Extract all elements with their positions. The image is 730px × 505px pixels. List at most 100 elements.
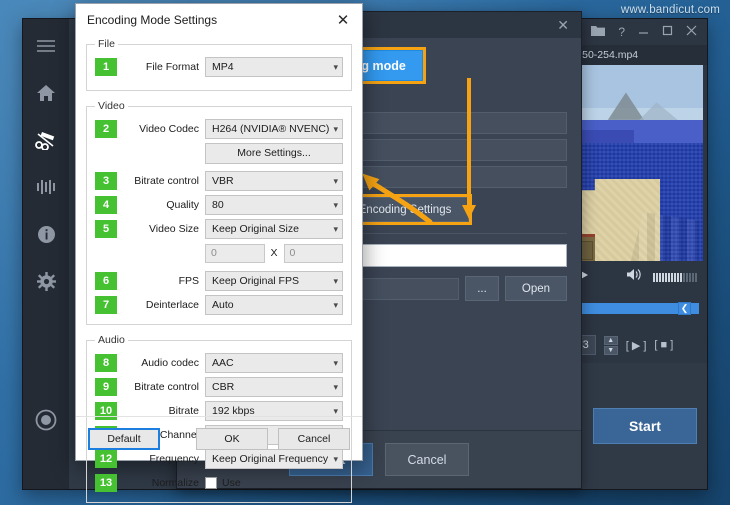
home-icon xyxy=(36,84,56,102)
sidebar-item-menu[interactable] xyxy=(29,29,63,63)
default-button[interactable]: Default xyxy=(88,427,160,450)
minimize-icon[interactable] xyxy=(638,25,649,39)
video-bitrate-control-row: 3 Bitrate control VBR ▾ xyxy=(95,170,343,192)
time-stepper[interactable]: ▲ ▼ xyxy=(603,335,618,355)
audio-codec-label: Audio codec xyxy=(141,357,199,369)
video-quality-combo[interactable]: 80 ▾ xyxy=(205,195,343,215)
more-settings-row: More Settings... xyxy=(95,142,343,164)
browse-button[interactable]: ... xyxy=(465,276,499,301)
video-quality-row: 4 Quality 80 ▾ xyxy=(95,194,343,216)
audio-bitrate-control-label: Bitrate control xyxy=(134,381,199,393)
folder-icon[interactable] xyxy=(591,25,606,39)
ok-button[interactable]: OK xyxy=(196,427,268,450)
video-fps-label: FPS xyxy=(178,275,199,287)
badge-13: 13 xyxy=(95,474,117,492)
encoding-cancel-button[interactable]: Cancel xyxy=(385,443,469,476)
badge-placeholder xyxy=(95,244,117,262)
file-format-row: 1 File Format MP4 ▾ xyxy=(95,56,343,78)
chevron-down-icon: ▾ xyxy=(333,357,338,368)
audio-bitrate-control-row: 9 Bitrate control CBR ▾ xyxy=(95,376,343,398)
encoding-window-close-icon[interactable]: ✕ xyxy=(551,17,575,34)
help-icon[interactable]: ? xyxy=(618,25,625,39)
chevron-down-icon: ▾ xyxy=(333,299,338,310)
video-width-input[interactable]: 0 xyxy=(205,243,265,263)
chevron-down-icon: ▾ xyxy=(333,61,338,72)
video-size-combo[interactable]: Keep Original Size ▾ xyxy=(205,219,343,239)
audio-normalize-use-label: Use xyxy=(222,477,241,489)
sidebar-item-info[interactable] xyxy=(29,217,63,251)
video-bitrate-control-combo[interactable]: VBR ▾ xyxy=(205,171,343,191)
close-icon[interactable] xyxy=(686,25,697,39)
badge-9: 9 xyxy=(95,378,117,396)
sidebar-item-cut[interactable] xyxy=(29,123,63,157)
sidebar-item-home[interactable] xyxy=(29,76,63,110)
badge-2: 2 xyxy=(95,120,117,138)
dialog-cancel-button[interactable]: Cancel xyxy=(278,427,350,450)
dimension-separator: X xyxy=(270,247,278,259)
badge-4: 4 xyxy=(95,196,117,214)
audio-normalize-checkbox-wrap[interactable]: Use xyxy=(205,477,343,489)
open-folder-button[interactable]: Open xyxy=(505,276,567,301)
chevron-down-icon: ▾ xyxy=(333,275,338,286)
video-fps-value: Keep Original FPS xyxy=(212,275,299,287)
maximize-icon[interactable] xyxy=(662,25,673,39)
range-end-handle[interactable]: ❮ xyxy=(678,302,691,315)
video-quality-value: 80 xyxy=(212,199,224,211)
audio-normalize-checkbox[interactable] xyxy=(205,477,217,489)
badge-7: 7 xyxy=(95,296,117,314)
info-icon xyxy=(37,225,56,244)
file-format-combo[interactable]: MP4 ▾ xyxy=(205,57,343,77)
file-group-legend: File xyxy=(98,38,115,50)
badge-1: 1 xyxy=(95,58,117,76)
chevron-down-icon: ▾ xyxy=(333,123,338,134)
chevron-down-icon: ▾ xyxy=(333,381,338,392)
file-format-label: File Format xyxy=(145,61,199,73)
video-dimensions-row: 0 X 0 xyxy=(95,242,344,264)
play-button[interactable]: [ ▶ ] xyxy=(626,339,647,352)
video-deinterlace-combo[interactable]: Auto ▾ xyxy=(205,295,343,315)
audio-codec-row: 8 Audio codec AAC ▾ xyxy=(95,352,343,374)
video-bitrate-control-label: Bitrate control xyxy=(134,175,199,187)
chevron-down-icon: ▾ xyxy=(333,175,338,186)
video-fps-combo[interactable]: Keep Original FPS ▾ xyxy=(205,271,343,291)
video-bitrate-control-value: VBR xyxy=(212,175,234,187)
chevron-down-icon: ▾ xyxy=(333,405,338,416)
video-quality-label: Quality xyxy=(166,199,199,211)
gear-icon xyxy=(36,271,56,291)
sidebar-item-record[interactable] xyxy=(29,403,63,437)
audio-normalize-label: Normalize xyxy=(151,477,199,489)
video-height-input[interactable]: 0 xyxy=(283,243,344,263)
video-codec-label: Video Codec xyxy=(139,123,199,135)
record-circle-icon xyxy=(35,409,57,431)
dialog-close-icon[interactable]: ✕ xyxy=(328,5,358,35)
more-settings-button[interactable]: More Settings... xyxy=(205,142,343,164)
audio-normalize-row: 13 Normalize Use xyxy=(95,472,343,494)
video-codec-combo[interactable]: H264 (NVIDIA® NVENC) ▾ xyxy=(205,119,343,139)
badge-6: 6 xyxy=(95,272,117,290)
video-group-legend: Video xyxy=(98,100,125,112)
video-size-label: Video Size xyxy=(148,223,199,235)
chevron-down-icon: ▾ xyxy=(333,199,338,210)
badge-3: 3 xyxy=(95,172,117,190)
video-deinterlace-label: Deinterlace xyxy=(145,299,199,311)
video-dimensions-inputs: 0 X 0 xyxy=(205,243,344,263)
sidebar-item-settings[interactable] xyxy=(29,264,63,298)
audio-bitrate-control-combo[interactable]: CBR ▾ xyxy=(205,377,343,397)
badge-placeholder xyxy=(95,144,117,162)
video-size-row: 5 Video Size Keep Original Size ▾ xyxy=(95,218,343,240)
video-fps-row: 6 FPS Keep Original FPS ▾ xyxy=(95,270,343,292)
file-format-value: MP4 xyxy=(212,61,234,73)
preview-start-button[interactable]: Start xyxy=(593,408,697,444)
dialog-titlebar: Encoding Mode Settings ✕ xyxy=(76,4,362,36)
stop-button[interactable]: [ ■ ] xyxy=(654,339,673,351)
encoding-mode-settings-dialog: Encoding Mode Settings ✕ File 1 File For… xyxy=(75,3,363,503)
badge-5: 5 xyxy=(95,220,117,238)
file-group: File 1 File Format MP4 ▾ xyxy=(86,38,352,91)
speaker-icon[interactable] xyxy=(626,268,641,286)
video-deinterlace-value: Auto xyxy=(212,299,234,311)
sidebar-item-effects[interactable] xyxy=(29,170,63,204)
audio-codec-combo[interactable]: AAC ▾ xyxy=(205,353,343,373)
video-group: Video 2 Video Codec H264 (NVIDIA® NVENC)… xyxy=(86,100,352,325)
volume-level-bars[interactable] xyxy=(653,272,697,282)
badge-8: 8 xyxy=(95,354,117,372)
